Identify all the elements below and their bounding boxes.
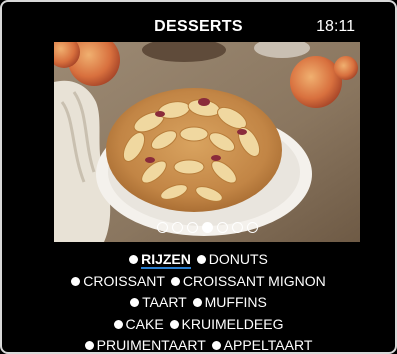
bullet-icon bbox=[129, 255, 139, 264]
menu-item-label: MUFFINS bbox=[204, 294, 267, 310]
menu-row: CROISSANT CROISSANT MIGNON bbox=[2, 271, 395, 293]
bullet-icon bbox=[71, 276, 81, 286]
header: DESSERTS 18:11 bbox=[2, 2, 395, 42]
menu-item-taart[interactable]: TAART bbox=[130, 292, 187, 314]
menu-item-pruimentaart[interactable]: PRUIMENTAART bbox=[84, 335, 206, 353]
bullet-icon bbox=[196, 255, 206, 264]
menu-item-label: TAART bbox=[142, 294, 187, 310]
menu-item-label: CAKE bbox=[125, 315, 164, 332]
carousel-dot[interactable] bbox=[246, 222, 258, 233]
bullet-icon bbox=[130, 298, 140, 307]
dessert-illustration bbox=[54, 42, 360, 242]
menu-item-cake[interactable]: CAKE bbox=[113, 314, 164, 336]
carousel-dot[interactable] bbox=[156, 222, 168, 233]
menu-item-appeltaart[interactable]: APPELTAART bbox=[211, 335, 313, 353]
menu-row: CAKE KRUIMELDEEG bbox=[2, 314, 395, 336]
carousel-dot[interactable] bbox=[216, 222, 228, 233]
carousel-dot[interactable] bbox=[186, 222, 198, 233]
menu-item-label: RIJZEN bbox=[141, 251, 191, 269]
bullet-icon bbox=[211, 341, 221, 350]
menu-item-kruimeldeeg[interactable]: KRUIMELDEEG bbox=[169, 314, 284, 336]
peach bbox=[290, 56, 342, 108]
carousel-dot[interactable] bbox=[171, 222, 183, 233]
dessert-menu: RIJZEN DONUTS CROISSANT CROISSANT MIGNON… bbox=[2, 249, 395, 353]
dessert-photo[interactable] bbox=[54, 42, 360, 242]
carousel-dot-active[interactable] bbox=[201, 222, 213, 233]
menu-item-label: CROISSANT MIGNON bbox=[182, 272, 326, 289]
bullet-icon bbox=[192, 298, 202, 307]
menu-item-label: CROISSANT bbox=[83, 272, 165, 289]
menu-item-label: KRUIMELDEEG bbox=[181, 315, 284, 332]
menu-item-rijzen[interactable]: RIJZEN bbox=[129, 249, 191, 271]
menu-row: TAART MUFFINS bbox=[2, 292, 395, 314]
bullet-icon bbox=[170, 276, 180, 286]
bullet-icon bbox=[169, 319, 179, 329]
menu-item-donuts[interactable]: DONUTS bbox=[196, 249, 268, 271]
menu-row: PRUIMENTAART APPELTAART bbox=[2, 335, 395, 353]
screen-frame: DESSERTS 18:11 RIJZEN DONUTS CROISSANT C… bbox=[0, 0, 397, 354]
bullet-icon bbox=[84, 341, 94, 350]
menu-item-label: PRUIMENTAART bbox=[96, 337, 206, 353]
carousel-dot[interactable] bbox=[231, 222, 243, 233]
bullet-icon bbox=[113, 319, 123, 329]
clock: 18:11 bbox=[316, 18, 355, 35]
menu-item-croissant[interactable]: CROISSANT bbox=[71, 271, 165, 293]
carousel-indicators bbox=[54, 222, 360, 233]
menu-item-label: APPELTAART bbox=[223, 337, 313, 353]
menu-item-croissant-mignon[interactable]: CROISSANT MIGNON bbox=[170, 271, 326, 293]
peach bbox=[334, 56, 358, 80]
menu-row: RIJZEN DONUTS bbox=[2, 249, 395, 271]
menu-item-label: DONUTS bbox=[208, 251, 268, 267]
menu-item-muffins[interactable]: MUFFINS bbox=[192, 292, 267, 314]
